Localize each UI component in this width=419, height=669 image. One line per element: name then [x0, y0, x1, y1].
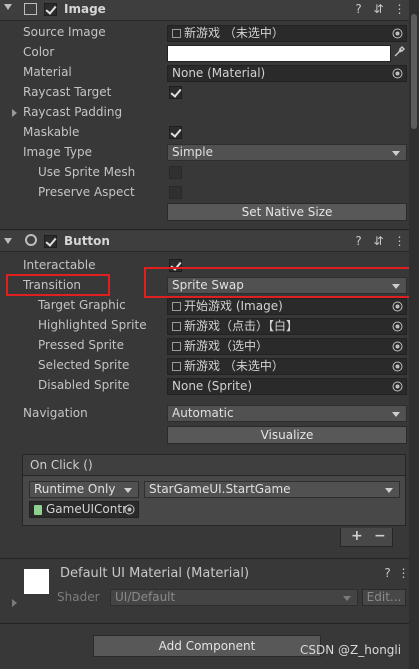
presets-icon[interactable]: ⇵: [372, 235, 385, 248]
object-picker-icon[interactable]: [392, 361, 403, 372]
visualize-button[interactable]: Visualize: [167, 426, 407, 444]
color-label: Color: [23, 45, 55, 59]
highlighted-sprite-label: Highlighted Sprite: [38, 318, 147, 332]
button-component-header[interactable]: Button ? ⇵ ⋮: [0, 231, 409, 252]
watermark: CSDN @Z_hongli: [300, 643, 402, 657]
presets-icon[interactable]: ⇵: [372, 3, 385, 16]
target-object-field[interactable]: GameUIContr: [29, 501, 139, 518]
chevron-down-icon: [385, 488, 393, 493]
navigation-dropdown[interactable]: Automatic: [167, 405, 407, 422]
foldout-arrow-icon[interactable]: [4, 238, 12, 244]
target-graphic-field[interactable]: 开始游戏 (Image): [167, 298, 407, 315]
more-menu-icon[interactable]: ⋮: [393, 3, 406, 16]
material-label: Material: [23, 65, 72, 79]
maskable-label: Maskable: [23, 125, 80, 139]
object-picker-icon[interactable]: [392, 28, 403, 39]
chevron-down-icon: [392, 151, 400, 156]
edit-shader-button[interactable]: Edit...: [362, 589, 406, 606]
sprite-icon: [172, 29, 181, 38]
button-component-title: Button: [64, 234, 110, 248]
material-preview-swatch: [24, 569, 49, 594]
color-swatch[interactable]: [167, 45, 391, 62]
component-divider: [0, 229, 409, 230]
disabled-sprite-label: Disabled Sprite: [38, 378, 130, 392]
raycast-padding-foldout-icon[interactable]: [12, 109, 17, 117]
raycast-target-label: Raycast Target: [23, 85, 112, 99]
runtime-mode-dropdown[interactable]: Runtime Only: [29, 481, 139, 498]
image-component-icon: [24, 3, 37, 15]
material-field[interactable]: None (Material): [167, 65, 407, 82]
onclick-header: On Click (): [22, 454, 406, 476]
highlighted-sprite-field[interactable]: 新游戏（点击）【白】: [167, 318, 407, 335]
set-native-size-button[interactable]: Set Native Size: [167, 203, 407, 221]
chevron-down-icon: [343, 596, 351, 601]
pressed-sprite-field[interactable]: 新游戏（选中）: [167, 338, 407, 355]
raycast-target-checkbox[interactable]: [169, 86, 182, 99]
transition-highlight-box: [6, 274, 110, 296]
transition-dropdown-highlight-box: [144, 267, 411, 298]
button-enabled-checkbox[interactable]: [44, 235, 57, 248]
maskable-checkbox[interactable]: [169, 126, 182, 139]
image-icon: [172, 302, 181, 311]
target-graphic-label: Target Graphic: [38, 298, 126, 312]
source-image-field[interactable]: 新游戏 （未选中）: [167, 25, 407, 42]
navigation-label: Navigation: [23, 406, 88, 420]
pressed-sprite-label: Pressed Sprite: [38, 338, 124, 352]
material-foldout-icon[interactable]: [12, 599, 17, 607]
use-sprite-mesh-label: Use Sprite Mesh: [38, 165, 136, 179]
component-divider: [0, 558, 409, 559]
object-picker-icon[interactable]: [392, 68, 403, 79]
sprite-icon: [172, 342, 181, 351]
more-menu-icon[interactable]: ⋮: [393, 235, 406, 248]
sprite-icon: [172, 322, 181, 331]
function-dropdown[interactable]: StarGameUI.StartGame: [144, 481, 400, 498]
use-sprite-mesh-checkbox[interactable]: [169, 166, 182, 179]
object-picker-icon[interactable]: [392, 321, 403, 332]
preserve-aspect-checkbox[interactable]: [169, 186, 182, 199]
shader-dropdown[interactable]: UI/Default: [110, 589, 358, 606]
help-icon[interactable]: ?: [352, 3, 365, 16]
eyedropper-icon[interactable]: [393, 46, 405, 58]
help-icon[interactable]: ?: [352, 235, 365, 248]
image-component-header[interactable]: Image ? ⇵ ⋮: [0, 0, 409, 21]
sprite-icon: [172, 362, 181, 371]
source-image-label: Source Image: [23, 25, 106, 39]
add-event-button[interactable]: +: [351, 528, 363, 544]
remove-event-button[interactable]: −: [374, 528, 386, 544]
raycast-padding-label[interactable]: Raycast Padding: [23, 105, 122, 119]
preserve-aspect-label: Preserve Aspect: [38, 185, 135, 199]
button-component-icon: [25, 234, 37, 246]
image-type-dropdown[interactable]: Simple: [167, 144, 407, 161]
selected-sprite-field[interactable]: 新游戏 （未选中）: [167, 358, 407, 375]
shader-label: Shader: [57, 590, 100, 604]
object-picker-icon[interactable]: [124, 504, 135, 515]
chevron-down-icon: [124, 488, 132, 493]
image-enabled-checkbox[interactable]: [44, 3, 57, 16]
interactable-label: Interactable: [23, 258, 96, 272]
list-buttons-tab: + −: [340, 528, 393, 547]
object-picker-icon[interactable]: [392, 381, 403, 392]
foldout-arrow-icon[interactable]: [4, 4, 12, 10]
script-icon: [34, 505, 42, 515]
help-icon[interactable]: ?: [381, 567, 394, 580]
selected-sprite-label: Selected Sprite: [38, 358, 130, 372]
component-divider: [0, 623, 409, 624]
material-title: Default UI Material (Material): [60, 566, 250, 581]
chevron-down-icon: [392, 412, 400, 417]
image-component-title: Image: [64, 2, 106, 16]
onclick-title: On Click (): [30, 458, 93, 472]
object-picker-icon[interactable]: [392, 301, 403, 312]
disabled-sprite-field[interactable]: None (Sprite): [167, 378, 407, 395]
scrollbar-thumb[interactable]: [411, 14, 417, 129]
object-picker-icon[interactable]: [392, 341, 403, 352]
image-type-label: Image Type: [23, 145, 92, 159]
add-component-button[interactable]: Add Component: [93, 635, 321, 657]
